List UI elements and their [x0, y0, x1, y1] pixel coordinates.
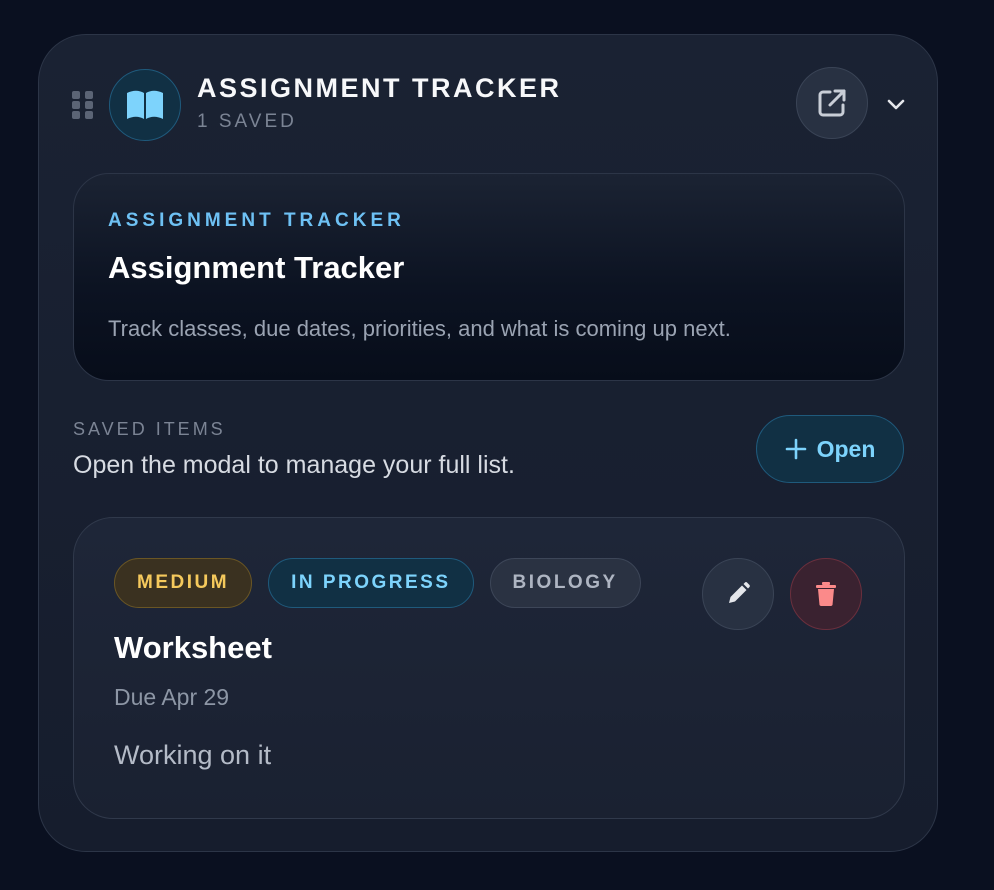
saved-count: 1 SAVED — [197, 111, 297, 132]
delete-button[interactable] — [790, 558, 862, 630]
status-badge: IN PROGRESS — [268, 558, 474, 608]
section-label: SAVED ITEMS — [73, 419, 226, 439]
widget-title: ASSIGNMENT TRACKER — [197, 73, 562, 103]
item-tags: MEDIUM IN PROGRESS BIOLOGY — [114, 558, 641, 608]
item-due-date: Due Apr 29 — [114, 684, 230, 710]
hero-kicker: ASSIGNMENT TRACKER — [108, 210, 405, 231]
edit-button[interactable] — [702, 558, 774, 630]
open-modal-button[interactable]: Open — [756, 415, 904, 483]
plus-icon — [785, 438, 806, 460]
hero-title: Assignment Tracker — [108, 250, 405, 285]
external-link-icon — [818, 89, 846, 117]
chevron-down-icon — [887, 99, 905, 110]
item-note: Working on it — [114, 740, 272, 770]
trash-icon — [816, 582, 836, 607]
popout-button[interactable] — [796, 67, 868, 139]
pencil-icon — [729, 582, 750, 603]
list-item: MEDIUM IN PROGRESS BIOLOGY Worksheet Due… — [73, 517, 905, 819]
assignment-tracker-widget: ASSIGNMENT TRACKER 1 SAVED ASSIGNMENT TR… — [38, 34, 938, 852]
section-help: Open the modal to manage your full list. — [73, 451, 515, 479]
priority-badge: MEDIUM — [114, 558, 253, 608]
collapse-button[interactable] — [879, 87, 913, 121]
item-title: Worksheet — [114, 630, 272, 665]
class-badge: BIOLOGY — [489, 558, 641, 608]
drag-handle-icon[interactable] — [72, 91, 94, 121]
hero-description: Track classes, due dates, priorities, an… — [108, 316, 731, 341]
hero-card: ASSIGNMENT TRACKER Assignment Tracker Tr… — [73, 173, 905, 381]
open-book-icon — [109, 69, 181, 141]
open-button-label: Open — [816, 435, 876, 462]
